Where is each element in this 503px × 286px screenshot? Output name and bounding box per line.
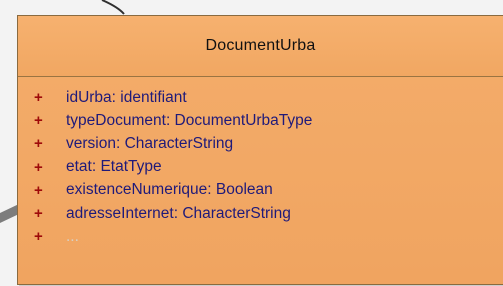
- attribute-text: existenceNumerique: Boolean: [66, 181, 273, 199]
- visibility-marker: +: [34, 228, 43, 246]
- diagram-canvas: DocumentUrba + idUrba: identifiant + typ…: [0, 0, 503, 286]
- class-name: DocumentUrba: [205, 37, 316, 54]
- attribute-text: etat: EtatType: [66, 158, 162, 176]
- attribute-row-more[interactable]: + ...: [18, 225, 503, 248]
- visibility-marker: +: [34, 112, 43, 130]
- visibility-marker: +: [34, 135, 43, 153]
- attribute-row-existencenumerique[interactable]: + existenceNumerique: Boolean: [18, 179, 503, 202]
- class-header: DocumentUrba: [18, 16, 503, 77]
- attribute-row-idurba[interactable]: + idUrba: identifiant: [18, 86, 503, 109]
- attribute-row-etat[interactable]: + etat: EtatType: [18, 156, 503, 179]
- visibility-marker: +: [34, 181, 43, 199]
- attribute-list: + idUrba: identifiant + typeDocument: Do…: [18, 77, 503, 248]
- attribute-row-typedocument[interactable]: + typeDocument: DocumentUrbaType: [18, 109, 503, 132]
- visibility-marker: +: [34, 205, 43, 223]
- visibility-marker: +: [34, 158, 43, 176]
- attribute-ellipsis: ...: [66, 227, 79, 245]
- attribute-row-version[interactable]: + version: CharacterString: [18, 132, 503, 155]
- attribute-row-adresseinternet[interactable]: + adresseInternet: CharacterString: [18, 202, 503, 225]
- attribute-text: adresseInternet: CharacterString: [66, 204, 291, 222]
- attribute-text: typeDocument: DocumentUrbaType: [66, 111, 313, 129]
- attribute-text: idUrba: identifiant: [66, 88, 187, 106]
- visibility-marker: +: [34, 89, 43, 107]
- attribute-text: version: CharacterString: [66, 134, 234, 152]
- uml-class-documenturba[interactable]: DocumentUrba + idUrba: identifiant + typ…: [17, 15, 503, 285]
